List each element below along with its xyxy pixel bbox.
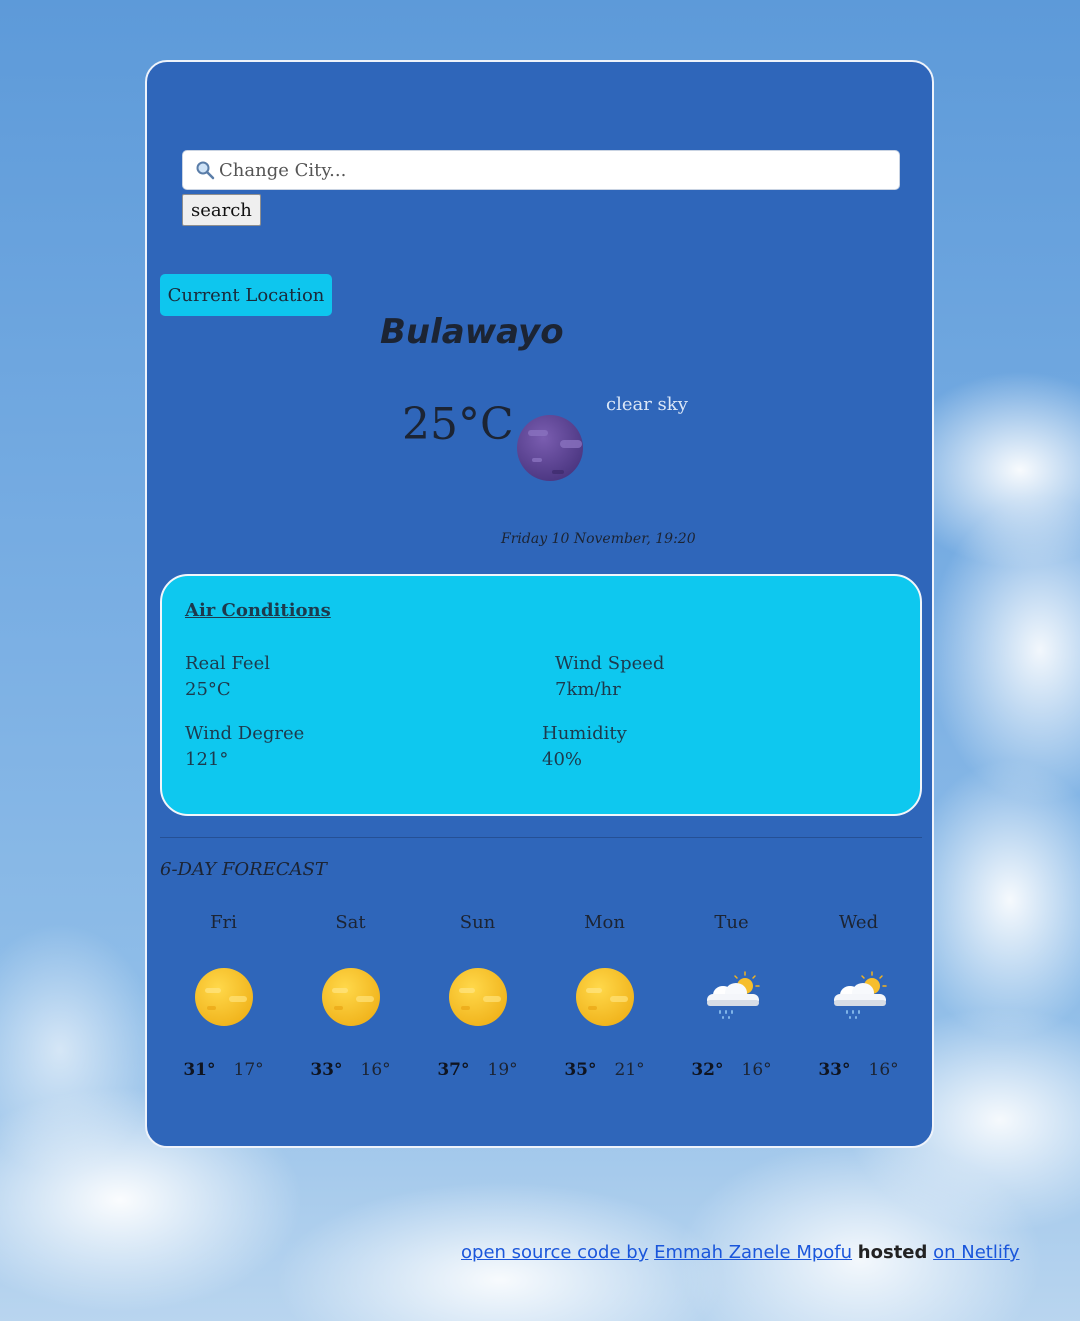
weather-card: search Current Location Bulawayo 25°C cl… <box>145 60 934 1148</box>
sun-icon <box>193 966 255 1028</box>
wind-speed-label: Wind Speed <box>555 653 665 674</box>
wind-speed-metric: Wind Speed 7km/hr <box>555 651 664 703</box>
forecast-day: Sat 33° 16° <box>287 912 414 1080</box>
forecast-low: 17° <box>233 1060 264 1080</box>
forecast-high: 31° <box>183 1060 216 1080</box>
author-link[interactable]: Emmah Zanele Mpofu <box>654 1242 852 1263</box>
search-button[interactable]: search <box>182 194 261 226</box>
rain-cloud-sun-icon <box>701 966 763 1028</box>
forecast-low: 19° <box>487 1060 518 1080</box>
forecast-day: Mon 35° 21° <box>541 912 668 1080</box>
forecast-temps: 37° 19° <box>414 1060 541 1080</box>
source-code-link[interactable]: open source code by <box>461 1242 648 1263</box>
forecast-day-name: Mon <box>584 912 625 933</box>
weather-description: clear sky <box>606 394 688 415</box>
forecast-day-name: Sat <box>335 912 366 933</box>
humidity-value: 40% <box>542 749 583 770</box>
wind-speed-value: 7km/hr <box>555 679 621 700</box>
real-feel-value: 25°C <box>185 679 231 700</box>
hosted-text: hosted <box>857 1242 928 1263</box>
section-divider <box>160 837 922 838</box>
forecast-day-name: Fri <box>210 912 237 933</box>
forecast-day: Fri 31° 17° <box>160 912 287 1080</box>
current-location-button[interactable]: Current Location <box>160 274 332 316</box>
humidity-metric: Humidity 40% <box>542 721 627 773</box>
forecast-temps: 35° 21° <box>541 1060 668 1080</box>
forecast-day: Tue 32° 16° <box>668 912 795 1080</box>
current-temperature: 25°C <box>402 399 514 450</box>
real-feel-label: Real Feel <box>185 653 270 674</box>
wind-degree-label: Wind Degree <box>185 723 305 744</box>
forecast-temps: 33° 16° <box>795 1060 922 1080</box>
forecast-high: 33° <box>818 1060 851 1080</box>
search-icon <box>195 160 217 182</box>
real-feel-metric: Real Feel 25°C <box>185 651 270 703</box>
rain-cloud-sun-icon <box>828 966 890 1028</box>
netlify-link[interactable]: on Netlify <box>933 1242 1019 1263</box>
forecast-day: Wed 33° 16° <box>795 912 922 1080</box>
forecast-temps: 31° 17° <box>160 1060 287 1080</box>
wind-degree-value: 121° <box>185 749 229 770</box>
city-search-input[interactable] <box>182 150 900 190</box>
forecast-title: 6-DAY FORECAST <box>160 859 327 880</box>
forecast-low: 16° <box>360 1060 391 1080</box>
wind-degree-metric: Wind Degree 121° <box>185 721 304 773</box>
forecast-high: 35° <box>564 1060 597 1080</box>
sun-icon <box>320 966 382 1028</box>
forecast-temps: 33° 16° <box>287 1060 414 1080</box>
air-conditions-panel: Air Conditions Real Feel 25°C Wind Speed… <box>160 574 922 816</box>
forecast-temps: 32° 16° <box>668 1060 795 1080</box>
forecast-day-name: Wed <box>838 912 879 933</box>
forecast-high: 33° <box>310 1060 343 1080</box>
forecast-day-name: Tue <box>714 912 749 933</box>
forecast-low: 21° <box>614 1060 645 1080</box>
forecast-day: Sun 37° 19° <box>414 912 541 1080</box>
sun-icon <box>574 966 636 1028</box>
air-conditions-title: Air Conditions <box>185 600 331 621</box>
current-datetime: Friday 10 November, 19:20 <box>501 531 696 547</box>
forecast-low: 16° <box>741 1060 772 1080</box>
footer-credits: open source code by Emmah Zanele Mpofu h… <box>461 1242 1020 1263</box>
forecast-day-name: Sun <box>459 912 496 933</box>
forecast-low: 16° <box>868 1060 899 1080</box>
humidity-label: Humidity <box>542 723 627 744</box>
city-name: Bulawayo <box>380 312 564 352</box>
forecast-high: 37° <box>437 1060 470 1080</box>
moon-icon <box>516 412 588 484</box>
sun-icon <box>447 966 509 1028</box>
forecast-high: 32° <box>691 1060 724 1080</box>
